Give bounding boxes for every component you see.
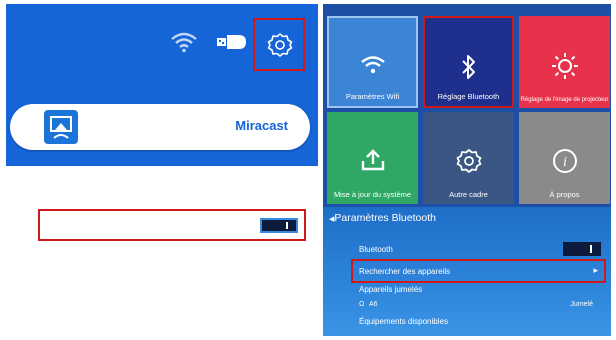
device-name: A6: [369, 301, 378, 308]
gear-icon: [267, 33, 293, 57]
sun-icon: [551, 53, 578, 79]
bluetooth-panel-title[interactable]: ◀Paramètres Bluetooth: [329, 212, 436, 224]
gear-icon: [456, 149, 481, 173]
tile-label: Paramètres Wifi: [345, 92, 400, 101]
bluetooth-toggle-label: Bluetooth: [359, 245, 393, 254]
settings-screen: Paramètres Wifi Réglage Bluetooth Réglag…: [323, 4, 611, 336]
paired-devices-heading: Appareils jumelés: [359, 285, 423, 294]
wifi-icon: [360, 56, 385, 74]
available-devices-heading: Équipements disponibles: [359, 317, 448, 326]
device-status: Jumelé: [570, 301, 593, 308]
wifi-icon[interactable]: [170, 30, 198, 54]
miracast-label: Miracast: [235, 118, 288, 133]
search-devices-row[interactable]: Rechercher des appareils ▸: [351, 259, 606, 283]
bluetooth-toggle-row: [38, 209, 306, 241]
search-devices-label: Rechercher des appareils: [359, 267, 451, 276]
svg-text:i: i: [563, 155, 567, 170]
headphones-icon: Ω: [359, 301, 365, 308]
tile-label: À propos: [549, 190, 580, 199]
tile-about[interactable]: i À propos: [519, 112, 610, 204]
tile-other-settings[interactable]: Autre cadre: [423, 112, 514, 204]
tile-system-update[interactable]: Mise à jour du système: [327, 112, 418, 204]
tile-bluetooth-settings[interactable]: Réglage Bluetooth: [423, 16, 514, 108]
bluetooth-toggle-switch[interactable]: [563, 242, 601, 256]
tile-label: Réglage Bluetooth: [437, 92, 500, 101]
miracast-button[interactable]: Miracast: [10, 104, 310, 150]
bluetooth-settings-panel: ◀Paramètres Bluetooth Bluetooth Recherch…: [323, 207, 611, 336]
tile-label: Réglage de l'image de projecteur: [520, 97, 609, 103]
tile-label: Mise à jour du système: [333, 190, 412, 199]
info-icon: i: [552, 149, 577, 173]
chevron-right-icon: ▸: [593, 265, 598, 275]
tile-wifi-settings[interactable]: Paramètres Wifi: [327, 16, 418, 108]
bluetooth-toggle-switch[interactable]: [260, 218, 298, 233]
bluetooth-icon: [461, 55, 475, 79]
upload-icon: [361, 149, 384, 171]
settings-button[interactable]: [253, 18, 305, 71]
home-screen-panel: Miracast: [6, 4, 318, 166]
paired-device-item[interactable]: Ω A6: [359, 301, 378, 308]
screen-cast-icon: [44, 110, 78, 144]
usb-icon: [217, 34, 247, 50]
tile-label: Autre cadre: [449, 190, 488, 199]
screenshot-composite: Miracast Paramètres Wifi Réglage Bluetoo…: [0, 0, 616, 340]
tile-projector-image[interactable]: Réglage de l'image de projecteur: [519, 16, 610, 108]
